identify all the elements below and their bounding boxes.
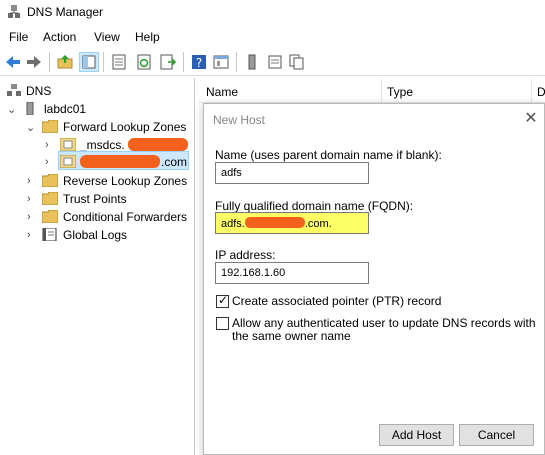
- new-host-dialog: New Host ✕ Name (uses parent domain name…: [203, 103, 545, 455]
- allow-update-checkbox-label: Allow any authenticated user to update D…: [232, 316, 536, 343]
- cancel-button[interactable]: Cancel: [459, 424, 534, 446]
- folder-icon: [42, 174, 58, 187]
- chevron-right-icon[interactable]: ›: [27, 193, 37, 205]
- log-book-icon: [42, 228, 57, 241]
- zone-icon: [60, 138, 76, 151]
- tree-item-server[interactable]: ⌄ labdc01: [0, 100, 120, 118]
- tree-item-global-logs[interactable]: › Global Logs: [0, 226, 195, 244]
- menu-action[interactable]: Action: [43, 30, 76, 44]
- tree-item-conditional-forwarders[interactable]: › Conditional Forwarders: [0, 208, 195, 226]
- server-icon[interactable]: [243, 53, 261, 71]
- column-header-data[interactable]: D: [537, 85, 545, 99]
- menu-bar: File Action View Help: [0, 27, 545, 47]
- properties-icon[interactable]: [110, 53, 128, 71]
- tree-label-conditional-forwarders: Conditional Forwarders: [63, 210, 188, 224]
- tree-label-server: labdc01: [44, 102, 87, 116]
- tree-label-dns: DNS: [26, 84, 52, 98]
- list-header: Name Type D: [198, 79, 545, 103]
- tree-item-dns[interactable]: DNS: [0, 82, 120, 100]
- name-field-label: Name (uses parent domain name if blank):: [215, 148, 442, 162]
- chevron-right-icon[interactable]: ›: [27, 229, 37, 241]
- svg-text:?: ?: [196, 56, 202, 70]
- redaction-mark: [80, 155, 160, 168]
- chevron-down-icon[interactable]: ⌄: [26, 121, 36, 134]
- server-icon: [26, 102, 34, 115]
- dns-icon: [7, 84, 21, 96]
- column-header-type[interactable]: Type: [387, 85, 413, 99]
- zone-icon: [60, 155, 76, 168]
- tree-label-reverse-zones: Reverse Lookup Zones: [63, 174, 188, 188]
- title-bar: DNS Manager: [0, 0, 545, 26]
- fqdn-prefix: adfs.: [221, 218, 245, 230]
- menu-help[interactable]: Help: [135, 30, 160, 44]
- tree-label-trust-points: Trust Points: [63, 192, 127, 206]
- toolbar: ?: [0, 48, 545, 76]
- forward-arrow-icon[interactable]: [25, 53, 43, 71]
- tree-label-global-logs: Global Logs: [63, 228, 128, 242]
- records-icon[interactable]: [288, 53, 306, 71]
- ip-field-label: IP address:: [215, 248, 276, 262]
- fqdn-field-label: Fully qualified domain name (FQDN):: [215, 199, 414, 213]
- zones-icon[interactable]: [266, 53, 284, 71]
- column-header-name[interactable]: Name: [206, 85, 238, 99]
- chevron-right-icon[interactable]: ›: [27, 175, 37, 187]
- chevron-down-icon[interactable]: ⌄: [7, 103, 17, 116]
- menu-file[interactable]: File: [9, 30, 28, 44]
- name-input[interactable]: adfs: [215, 162, 369, 184]
- redaction-mark: [244, 217, 305, 228]
- checkmark-icon: ✓: [218, 293, 229, 307]
- refresh-icon[interactable]: [135, 53, 153, 71]
- ip-address-input[interactable]: 192.168.1.60: [215, 262, 369, 284]
- console-icon[interactable]: [212, 53, 230, 71]
- close-icon[interactable]: ✕: [522, 110, 540, 128]
- dialog-title: New Host: [213, 113, 266, 127]
- back-arrow-icon[interactable]: [4, 53, 22, 71]
- chevron-right-icon[interactable]: ›: [45, 139, 55, 151]
- add-host-button[interactable]: Add Host: [379, 424, 454, 446]
- menu-view[interactable]: View: [94, 30, 120, 44]
- tree-item-domain-zone[interactable]: › .com: [0, 153, 195, 171]
- redaction-mark: [128, 138, 188, 151]
- ptr-checkbox-label: Create associated pointer (PTR) record: [232, 294, 442, 308]
- show-hide-tree-icon[interactable]: [79, 52, 99, 72]
- tree-label-domain-suffix: .com: [161, 155, 188, 169]
- ptr-checkbox[interactable]: ✓: [216, 293, 229, 308]
- tree-label-forward-zones: Forward Lookup Zones: [63, 120, 187, 134]
- fqdn-suffix: .com.: [304, 218, 332, 230]
- tree-item-forward-lookup-zones[interactable]: ⌄ Forward Lookup Zones: [0, 118, 195, 136]
- help-icon[interactable]: ?: [190, 53, 208, 71]
- fqdn-field: adfs. .com.: [215, 212, 369, 234]
- allow-update-checkbox[interactable]: [216, 317, 229, 330]
- export-list-icon[interactable]: [159, 53, 177, 71]
- dns-manager-icon: [8, 5, 20, 18]
- folder-icon: [42, 120, 58, 133]
- chevron-right-icon[interactable]: ›: [45, 156, 55, 168]
- tree-item-reverse-lookup-zones[interactable]: › Reverse Lookup Zones: [0, 172, 195, 190]
- window-title: DNS Manager: [27, 5, 104, 19]
- up-folder-icon[interactable]: [56, 53, 74, 71]
- tree-item-trust-points[interactable]: › Trust Points: [0, 190, 195, 208]
- tree-label-msdcs: _msdcs.: [80, 138, 125, 152]
- folder-icon: [42, 192, 58, 205]
- folder-icon: [42, 210, 58, 223]
- chevron-right-icon[interactable]: ›: [27, 211, 37, 223]
